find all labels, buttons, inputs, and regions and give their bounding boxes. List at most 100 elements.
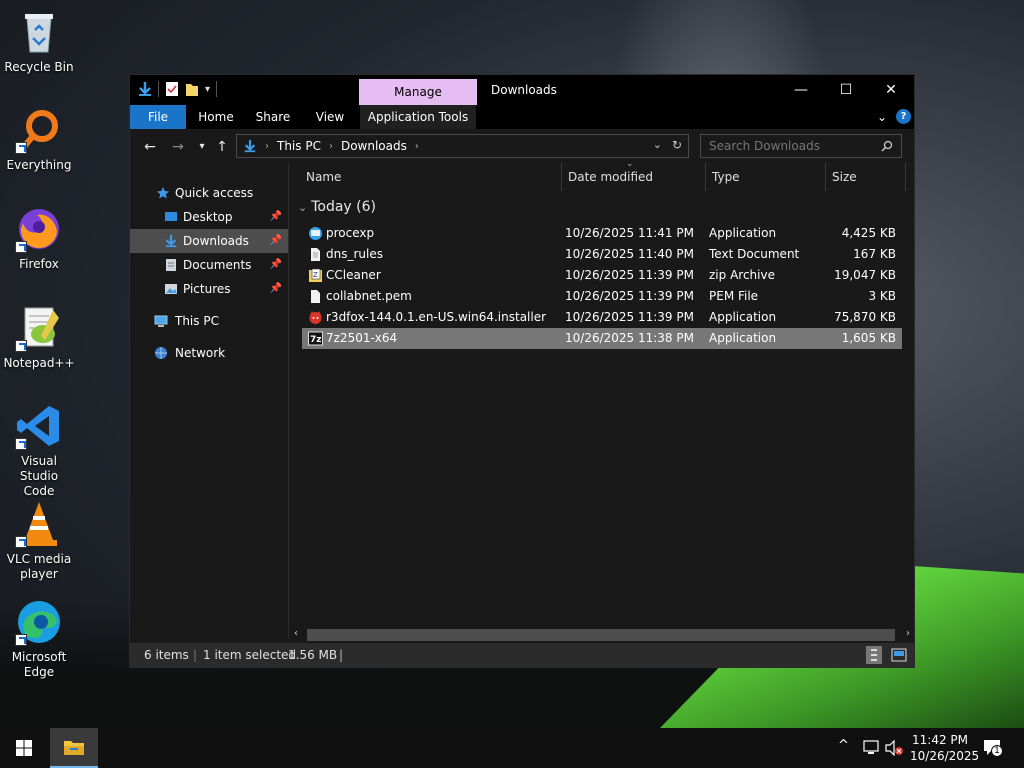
explorer-window: ▾ Manage Downloads — ☐ ✕ File Home Share… [129,74,915,668]
star-icon [157,187,169,199]
properties-icon[interactable] [165,81,179,97]
nav-item-quick-access[interactable]: Quick access [130,181,288,205]
nav-item-documents[interactable]: Documents 📌 [130,253,288,277]
quick-access-toolbar: ▾ [138,81,218,97]
desktop-icon-label: Code [23,484,55,498]
pin-icon[interactable]: 📌 [270,229,282,253]
pin-icon[interactable]: 📌 [270,205,282,229]
qat-dropdown-icon[interactable]: ▾ [205,84,210,95]
desktop-icon-everything[interactable]: Everything [2,106,76,173]
file-type: Application [709,310,777,324]
file-row[interactable]: collabnet.pem 10/26/2025 11:39 PM PEM Fi… [302,286,902,307]
clock-date: 10/26/2025 [910,749,980,763]
file-name: r3dfox-144.0.1.en-US.win64.installer [326,310,547,324]
vscode-icon [15,402,63,450]
up-arrow-icon[interactable]: ↑ [212,137,232,157]
file-type: Application [709,226,777,240]
desktop-icon-recycle-bin[interactable]: Recycle Bin [2,8,76,75]
minimize-button[interactable]: — [778,75,824,105]
clock[interactable]: 11:42 PM 10/26/2025 [910,732,980,764]
file-row-selected[interactable]: 7z 7z2501-x64 10/26/2025 11:38 PM Applic… [302,328,902,349]
column-header-type[interactable]: Type [706,163,826,191]
tab-manage[interactable]: Manage [359,79,477,105]
text-file-icon [311,248,320,261]
help-icon[interactable]: ? [896,109,911,124]
file-name: procexp [326,226,375,240]
refresh-icon[interactable]: ↻ [672,138,682,152]
horizontal-scrollbar[interactable]: ‹ › [290,627,914,643]
nav-label: Documents [183,258,252,272]
large-icons-view-icon[interactable] [891,647,907,663]
volume-muted-icon[interactable] [884,740,904,756]
start-button[interactable] [0,728,48,768]
group-header-today[interactable]: ⌄ Today (6) [298,199,376,215]
nav-item-this-pc[interactable]: This PC [130,309,288,333]
zip-icon: Z [309,268,322,282]
back-arrow-icon[interactable]: ← [140,137,160,157]
computer-icon [154,315,168,327]
svg-text:7z: 7z [310,335,322,345]
shortcut-arrow-icon [15,142,27,154]
breadcrumb-separator-icon: › [414,140,419,152]
window-title: Downloads [491,83,557,97]
forward-arrow-icon[interactable]: → [168,137,188,157]
ribbon-tabs: File Home Share View Application Tools ⌄… [130,105,914,129]
action-center-button[interactable]: 1 [982,738,1004,758]
documents-folder-icon [166,259,176,271]
address-dropdown-chevron-icon[interactable]: ⌄ [653,138,662,151]
column-header-date-modified[interactable]: Date modified [562,163,706,191]
show-hidden-icons-chevron-icon[interactable]: ^ [838,738,849,753]
nav-item-network[interactable]: Network [130,341,288,365]
notification-badge: 1 [991,745,1003,757]
recent-locations-chevron-icon[interactable]: ▾ [192,137,212,157]
tab-application-tools[interactable]: Application Tools [360,105,476,129]
search-input[interactable] [709,139,879,153]
file-row[interactable]: dns_rules 10/26/2025 11:40 PM Text Docum… [302,244,902,265]
file-size: 4,425 KB [841,226,896,240]
desktop-icon-notepadpp[interactable]: Notepad++ [2,304,76,371]
column-header-size[interactable]: Size [826,163,906,191]
scroll-right-arrow-icon[interactable]: › [906,628,910,639]
tab-home[interactable]: Home [190,105,242,129]
file-row[interactable]: Z CCleaner 10/26/2025 11:39 PM zip Archi… [302,265,902,286]
download-arrow-icon[interactable] [138,81,152,97]
file-row[interactable]: r3dfox-144.0.1.en-US.win64.installer 10/… [302,307,902,328]
new-folder-icon[interactable] [185,81,199,97]
desktop-icon-edge[interactable]: Microsoft Edge [2,598,76,680]
title-bar[interactable]: ▾ Manage Downloads — ☐ ✕ [130,75,914,105]
address-box[interactable]: › This PC › Downloads › ⌄ ↻ [236,134,689,158]
search-icon[interactable] [881,140,893,152]
tab-share[interactable]: Share [248,105,298,129]
details-view-icon[interactable] [866,646,882,664]
desktop-icon-vscode[interactable]: Visual Studio Code [2,402,76,499]
search-box[interactable] [700,134,902,158]
file-list: Name Date modified ⌄ Type Size ⌄ Today (6… [290,159,914,627]
network-status-icon[interactable] [862,740,880,756]
taskbar-file-explorer[interactable] [50,728,98,768]
tab-file[interactable]: File [130,105,186,129]
file-name: 7z2501-x64 [326,331,398,345]
file-row[interactable]: procexp 10/26/2025 11:41 PM Application … [302,223,902,244]
file-name: CCleaner [326,268,381,282]
desktop-icon-label: Notepad++ [3,356,75,370]
desktop-icon-vlc[interactable]: VLC media player [2,500,76,582]
close-button[interactable]: ✕ [868,75,914,105]
nav-label: Pictures [183,282,231,296]
pin-icon[interactable]: 📌 [270,277,282,301]
nav-item-pictures[interactable]: Pictures 📌 [130,277,288,301]
breadcrumb-downloads[interactable]: Downloads [341,139,407,153]
desktop-icon-label: Everything [6,158,72,172]
nav-item-desktop[interactable]: Desktop 📌 [130,205,288,229]
maximize-button[interactable]: ☐ [823,75,869,105]
tab-view[interactable]: View [304,105,356,129]
pin-icon[interactable]: 📌 [270,253,282,277]
column-header-name[interactable]: Name [300,163,562,191]
scrollbar-thumb[interactable] [307,629,895,641]
nav-item-downloads[interactable]: Downloads 📌 [130,229,288,253]
scroll-left-arrow-icon[interactable]: ‹ [294,628,298,639]
breadcrumb-this-pc[interactable]: This PC [277,139,321,153]
desktop-icon-firefox[interactable]: Firefox [2,205,76,272]
clock-time: 11:42 PM [912,733,968,747]
group-collapse-chevron-icon: ⌄ [298,201,308,214]
ribbon-collapse-chevron-icon[interactable]: ⌄ [874,105,890,129]
